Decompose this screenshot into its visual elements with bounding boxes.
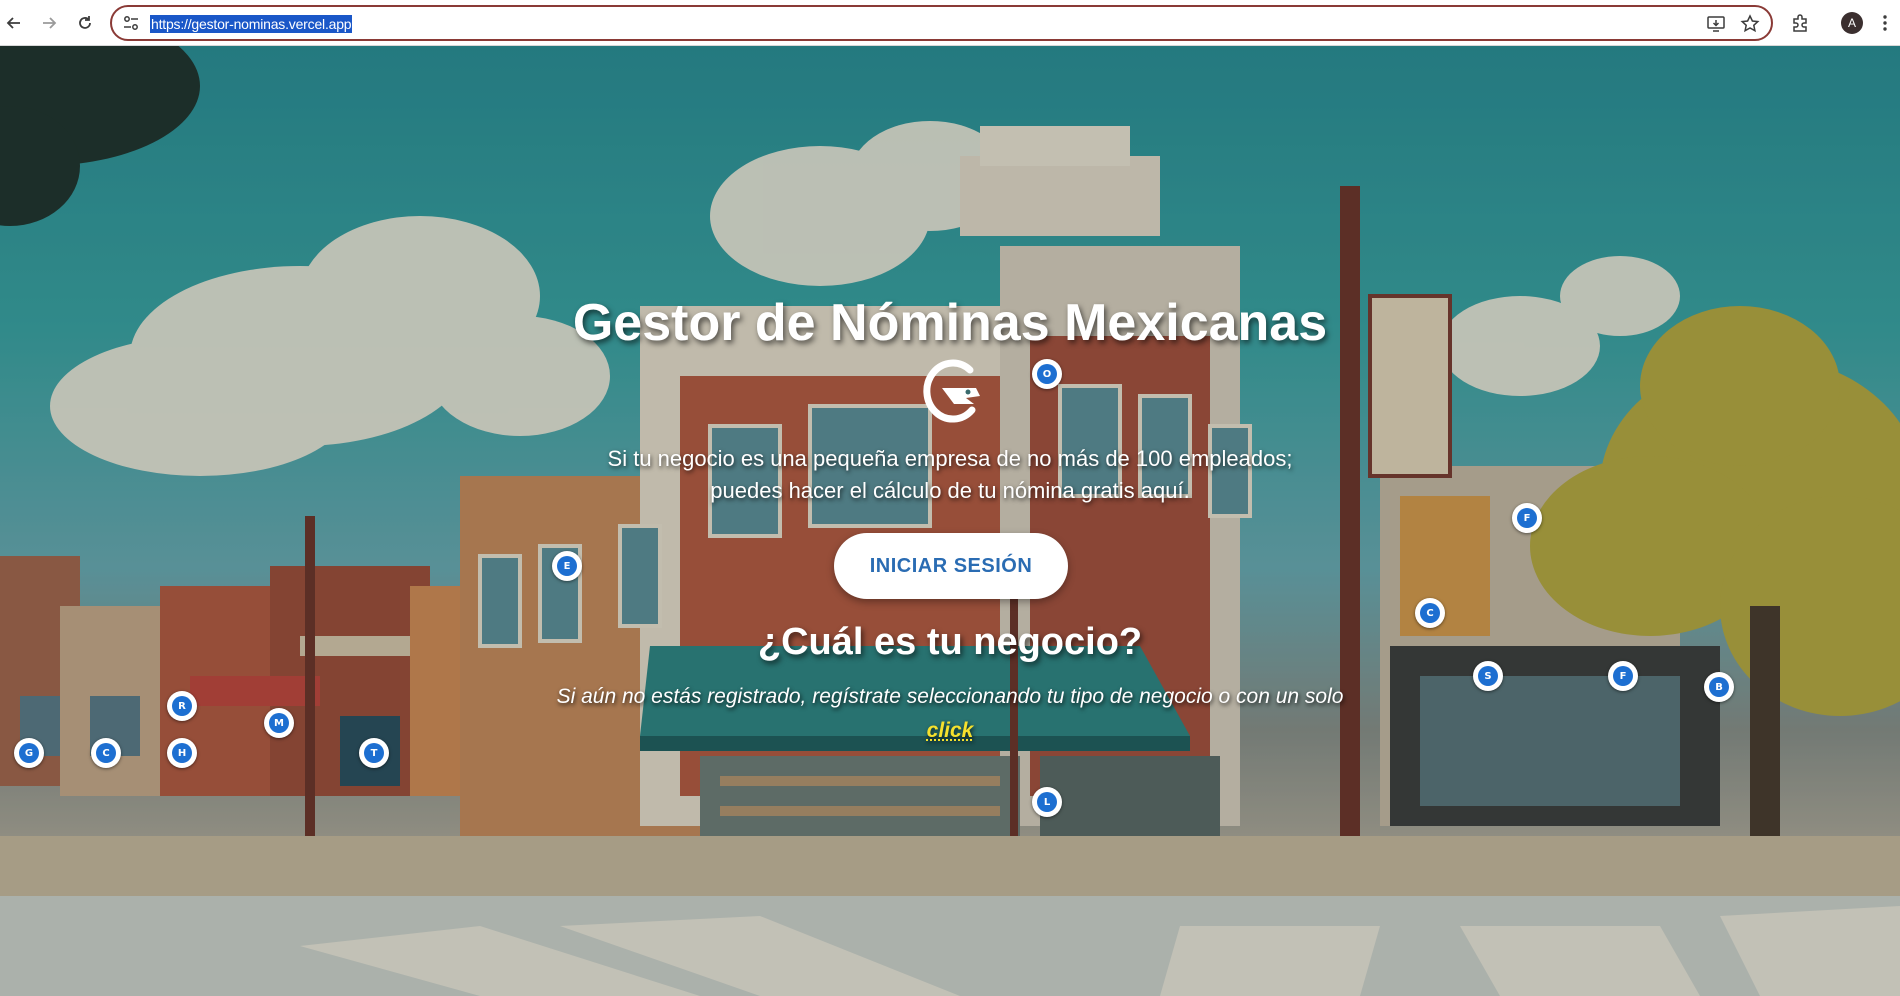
marker-letter: S bbox=[1478, 666, 1498, 686]
url-text[interactable]: https://gestor-nominas.vercel.app bbox=[150, 15, 353, 33]
click-register-link[interactable]: click bbox=[927, 719, 974, 742]
business-marker-g[interactable]: G bbox=[14, 738, 44, 768]
subtitle-line-2: puedes hacer el cálculo de tu nómina gra… bbox=[710, 478, 1190, 503]
marker-letter: C bbox=[96, 743, 116, 763]
marker-letter: M bbox=[269, 713, 289, 733]
marker-letter: B bbox=[1709, 677, 1729, 697]
marker-letter: F bbox=[1613, 666, 1633, 686]
site-info-icon[interactable] bbox=[122, 14, 140, 32]
hero-subtitle: Si tu negocio es una pequeña empresa de … bbox=[500, 443, 1400, 507]
address-bar[interactable]: https://gestor-nominas.vercel.app bbox=[110, 5, 1773, 41]
marker-letter: O bbox=[1037, 364, 1057, 384]
logo-icon bbox=[923, 359, 980, 423]
register-text: Si aún no estás registrado, regístrate s… bbox=[500, 680, 1400, 748]
business-marker-r[interactable]: R bbox=[167, 691, 197, 721]
business-marker-m[interactable]: M bbox=[264, 708, 294, 738]
page-title: Gestor de Nóminas Mexicanas bbox=[572, 294, 1328, 352]
browser-toolbar: https://gestor-nominas.vercel.app A bbox=[0, 0, 1900, 46]
forward-icon[interactable] bbox=[37, 11, 61, 35]
hero-section: Gestor de Nóminas Mexicanas Si tu negoci… bbox=[0, 46, 1900, 996]
install-app-icon[interactable] bbox=[1705, 13, 1727, 35]
reload-icon[interactable] bbox=[73, 11, 97, 35]
business-marker-c-2[interactable]: C bbox=[91, 738, 121, 768]
menu-kebab-icon[interactable] bbox=[1880, 12, 1890, 34]
business-question: ¿Cuál es tu negocio? bbox=[757, 621, 1143, 663]
extensions-icon[interactable] bbox=[1789, 12, 1811, 34]
subtitle-line-1: Si tu negocio es una pequeña empresa de … bbox=[607, 446, 1293, 471]
business-marker-e[interactable]: E bbox=[552, 551, 582, 581]
business-marker-f[interactable]: F bbox=[1512, 503, 1542, 533]
back-icon[interactable] bbox=[2, 11, 26, 35]
bookmark-star-icon[interactable] bbox=[1739, 13, 1761, 35]
business-marker-b[interactable]: B bbox=[1704, 672, 1734, 702]
business-marker-s[interactable]: S bbox=[1473, 661, 1503, 691]
register-instruction: Si aún no estás registrado, regístrate s… bbox=[556, 685, 1344, 708]
business-marker-o[interactable]: O bbox=[1032, 359, 1062, 389]
profile-avatar[interactable]: A bbox=[1841, 12, 1863, 34]
marker-letter: C bbox=[1420, 603, 1440, 623]
marker-letter: F bbox=[1517, 508, 1537, 528]
marker-letter: H bbox=[172, 743, 192, 763]
marker-letter: R bbox=[172, 696, 192, 716]
business-marker-c[interactable]: C bbox=[1415, 598, 1445, 628]
login-button[interactable]: INICIAR SESIÓN bbox=[834, 533, 1068, 599]
marker-letter: G bbox=[19, 743, 39, 763]
marker-letter: E bbox=[557, 556, 577, 576]
business-marker-l[interactable]: L bbox=[1032, 787, 1062, 817]
marker-letter: L bbox=[1037, 792, 1057, 812]
business-marker-f-2[interactable]: F bbox=[1608, 661, 1638, 691]
marker-letter: T bbox=[364, 743, 384, 763]
hero-content: Gestor de Nóminas Mexicanas Si tu negoci… bbox=[0, 46, 1900, 996]
business-marker-h[interactable]: H bbox=[167, 738, 197, 768]
business-marker-t[interactable]: T bbox=[359, 738, 389, 768]
